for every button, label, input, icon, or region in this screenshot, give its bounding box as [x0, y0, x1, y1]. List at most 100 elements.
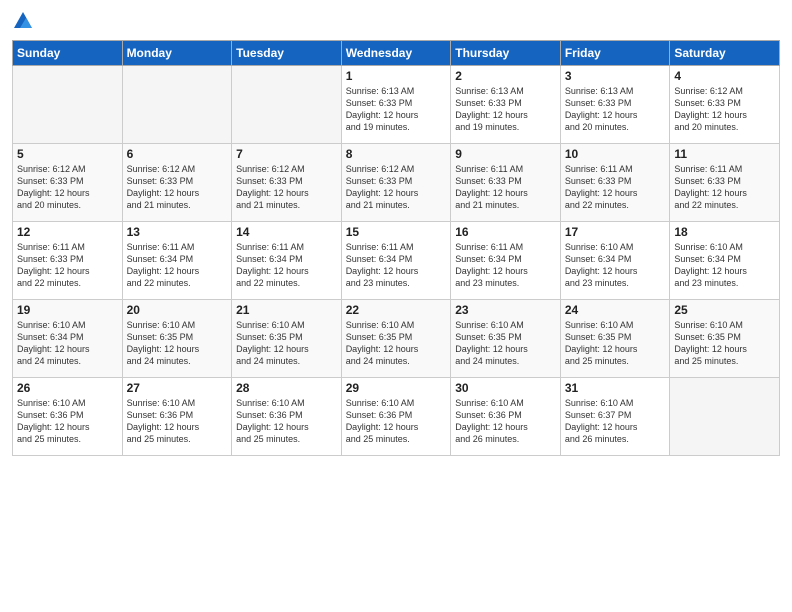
day-number: 24	[565, 303, 666, 317]
day-number: 19	[17, 303, 118, 317]
calendar-cell: 23 Sunrise: 6:10 AM Sunset: 6:35 PM Dayli…	[451, 300, 561, 378]
calendar-cell: 20 Sunrise: 6:10 AM Sunset: 6:35 PM Dayli…	[122, 300, 232, 378]
calendar-cell: 26 Sunrise: 6:10 AM Sunset: 6:36 PM Dayli…	[13, 378, 123, 456]
calendar-cell: 9 Sunrise: 6:11 AM Sunset: 6:33 PM Daylig…	[451, 144, 561, 222]
day-number: 26	[17, 381, 118, 395]
day-info: Sunrise: 6:10 AM Sunset: 6:35 PM Dayligh…	[346, 319, 447, 368]
calendar-week-row: 12 Sunrise: 6:11 AM Sunset: 6:33 PM Dayli…	[13, 222, 780, 300]
calendar-cell: 6 Sunrise: 6:12 AM Sunset: 6:33 PM Daylig…	[122, 144, 232, 222]
day-number: 16	[455, 225, 556, 239]
day-number: 8	[346, 147, 447, 161]
calendar-cell: 24 Sunrise: 6:10 AM Sunset: 6:35 PM Dayli…	[560, 300, 670, 378]
calendar-cell: 17Sunrise: 6:10 AM Sunset: 6:34 PM Dayli…	[560, 222, 670, 300]
calendar-cell: 31Sunrise: 6:10 AM Sunset: 6:37 PM Dayli…	[560, 378, 670, 456]
calendar-cell: 4 Sunrise: 6:12 AM Sunset: 6:33 PM Daylig…	[670, 66, 780, 144]
day-info: Sunrise: 6:13 AM Sunset: 6:33 PM Dayligh…	[346, 85, 447, 134]
calendar-cell: 2 Sunrise: 6:13 AM Sunset: 6:33 PM Daylig…	[451, 66, 561, 144]
calendar-cell	[13, 66, 123, 144]
page-container: SundayMondayTuesdayWednesdayThursdayFrid…	[0, 0, 792, 612]
day-info: Sunrise: 6:10 AM Sunset: 6:35 PM Dayligh…	[565, 319, 666, 368]
calendar-week-row: 1 Sunrise: 6:13 AM Sunset: 6:33 PM Daylig…	[13, 66, 780, 144]
calendar-cell	[232, 66, 342, 144]
day-number: 21	[236, 303, 337, 317]
calendar-cell: 10 Sunrise: 6:11 AM Sunset: 6:33 PM Dayli…	[560, 144, 670, 222]
day-info: Sunrise: 6:10 AM Sunset: 6:36 PM Dayligh…	[236, 397, 337, 446]
calendar-cell: 12 Sunrise: 6:11 AM Sunset: 6:33 PM Dayli…	[13, 222, 123, 300]
day-info: Sunrise: 6:13 AM Sunset: 6:33 PM Dayligh…	[455, 85, 556, 134]
calendar-table: SundayMondayTuesdayWednesdayThursdayFrid…	[12, 40, 780, 456]
calendar-week-row: 19Sunrise: 6:10 AM Sunset: 6:34 PM Dayli…	[13, 300, 780, 378]
day-info: Sunrise: 6:11 AM Sunset: 6:33 PM Dayligh…	[565, 163, 666, 212]
day-number: 3	[565, 69, 666, 83]
day-info: Sunrise: 6:10 AM Sunset: 6:35 PM Dayligh…	[127, 319, 228, 368]
day-number: 29	[346, 381, 447, 395]
day-number: 25	[674, 303, 775, 317]
weekday-header: Friday	[560, 41, 670, 66]
day-number: 31	[565, 381, 666, 395]
calendar-cell: 13 Sunrise: 6:11 AM Sunset: 6:34 PM Dayli…	[122, 222, 232, 300]
calendar-cell: 18Sunrise: 6:10 AM Sunset: 6:34 PM Dayli…	[670, 222, 780, 300]
weekday-header: Tuesday	[232, 41, 342, 66]
day-number: 4	[674, 69, 775, 83]
calendar-cell: 5 Sunrise: 6:12 AM Sunset: 6:33 PM Daylig…	[13, 144, 123, 222]
day-number: 23	[455, 303, 556, 317]
calendar-week-row: 5 Sunrise: 6:12 AM Sunset: 6:33 PM Daylig…	[13, 144, 780, 222]
day-number: 27	[127, 381, 228, 395]
calendar-cell: 1 Sunrise: 6:13 AM Sunset: 6:33 PM Daylig…	[341, 66, 451, 144]
day-number: 20	[127, 303, 228, 317]
calendar-week-row: 26 Sunrise: 6:10 AM Sunset: 6:36 PM Dayli…	[13, 378, 780, 456]
day-number: 9	[455, 147, 556, 161]
day-number: 2	[455, 69, 556, 83]
day-info: Sunrise: 6:11 AM Sunset: 6:33 PM Dayligh…	[17, 241, 118, 290]
calendar-cell	[122, 66, 232, 144]
calendar-cell: 14Sunrise: 6:11 AM Sunset: 6:34 PM Dayli…	[232, 222, 342, 300]
day-number: 28	[236, 381, 337, 395]
day-number: 7	[236, 147, 337, 161]
day-info: Sunrise: 6:12 AM Sunset: 6:33 PM Dayligh…	[127, 163, 228, 212]
day-info: Sunrise: 6:12 AM Sunset: 6:33 PM Dayligh…	[17, 163, 118, 212]
logo-icon	[12, 10, 34, 32]
day-info: Sunrise: 6:11 AM Sunset: 6:33 PM Dayligh…	[674, 163, 775, 212]
weekday-header: Wednesday	[341, 41, 451, 66]
day-number: 12	[17, 225, 118, 239]
logo	[12, 10, 38, 32]
calendar-cell: 7Sunrise: 6:12 AM Sunset: 6:33 PM Daylig…	[232, 144, 342, 222]
day-number: 1	[346, 69, 447, 83]
calendar-cell: 16Sunrise: 6:11 AM Sunset: 6:34 PM Dayli…	[451, 222, 561, 300]
day-number: 6	[127, 147, 228, 161]
calendar-cell: 21Sunrise: 6:10 AM Sunset: 6:35 PM Dayli…	[232, 300, 342, 378]
day-info: Sunrise: 6:10 AM Sunset: 6:35 PM Dayligh…	[674, 319, 775, 368]
day-info: Sunrise: 6:11 AM Sunset: 6:34 PM Dayligh…	[346, 241, 447, 290]
day-number: 13	[127, 225, 228, 239]
weekday-header: Monday	[122, 41, 232, 66]
day-number: 30	[455, 381, 556, 395]
day-info: Sunrise: 6:11 AM Sunset: 6:34 PM Dayligh…	[127, 241, 228, 290]
day-number: 10	[565, 147, 666, 161]
day-number: 15	[346, 225, 447, 239]
calendar-cell: 27 Sunrise: 6:10 AM Sunset: 6:36 PM Dayli…	[122, 378, 232, 456]
calendar-header-row: SundayMondayTuesdayWednesdayThursdayFrid…	[13, 41, 780, 66]
day-info: Sunrise: 6:10 AM Sunset: 6:36 PM Dayligh…	[127, 397, 228, 446]
day-info: Sunrise: 6:10 AM Sunset: 6:36 PM Dayligh…	[346, 397, 447, 446]
day-number: 5	[17, 147, 118, 161]
calendar-cell: 3Sunrise: 6:13 AM Sunset: 6:33 PM Daylig…	[560, 66, 670, 144]
day-info: Sunrise: 6:10 AM Sunset: 6:36 PM Dayligh…	[17, 397, 118, 446]
day-info: Sunrise: 6:11 AM Sunset: 6:33 PM Dayligh…	[455, 163, 556, 212]
day-info: Sunrise: 6:12 AM Sunset: 6:33 PM Dayligh…	[674, 85, 775, 134]
calendar-cell: 29 Sunrise: 6:10 AM Sunset: 6:36 PM Dayli…	[341, 378, 451, 456]
day-number: 14	[236, 225, 337, 239]
day-info: Sunrise: 6:10 AM Sunset: 6:35 PM Dayligh…	[455, 319, 556, 368]
calendar-cell: 30Sunrise: 6:10 AM Sunset: 6:36 PM Dayli…	[451, 378, 561, 456]
weekday-header: Saturday	[670, 41, 780, 66]
day-number: 11	[674, 147, 775, 161]
calendar-cell: 22 Sunrise: 6:10 AM Sunset: 6:35 PM Dayli…	[341, 300, 451, 378]
calendar-cell: 25 Sunrise: 6:10 AM Sunset: 6:35 PM Dayli…	[670, 300, 780, 378]
page-header	[12, 10, 780, 32]
day-info: Sunrise: 6:12 AM Sunset: 6:33 PM Dayligh…	[346, 163, 447, 212]
calendar-cell: 19Sunrise: 6:10 AM Sunset: 6:34 PM Dayli…	[13, 300, 123, 378]
calendar-cell: 28 Sunrise: 6:10 AM Sunset: 6:36 PM Dayli…	[232, 378, 342, 456]
day-number: 22	[346, 303, 447, 317]
day-info: Sunrise: 6:10 AM Sunset: 6:34 PM Dayligh…	[565, 241, 666, 290]
calendar-cell: 15 Sunrise: 6:11 AM Sunset: 6:34 PM Dayli…	[341, 222, 451, 300]
calendar-cell: 11 Sunrise: 6:11 AM Sunset: 6:33 PM Dayli…	[670, 144, 780, 222]
